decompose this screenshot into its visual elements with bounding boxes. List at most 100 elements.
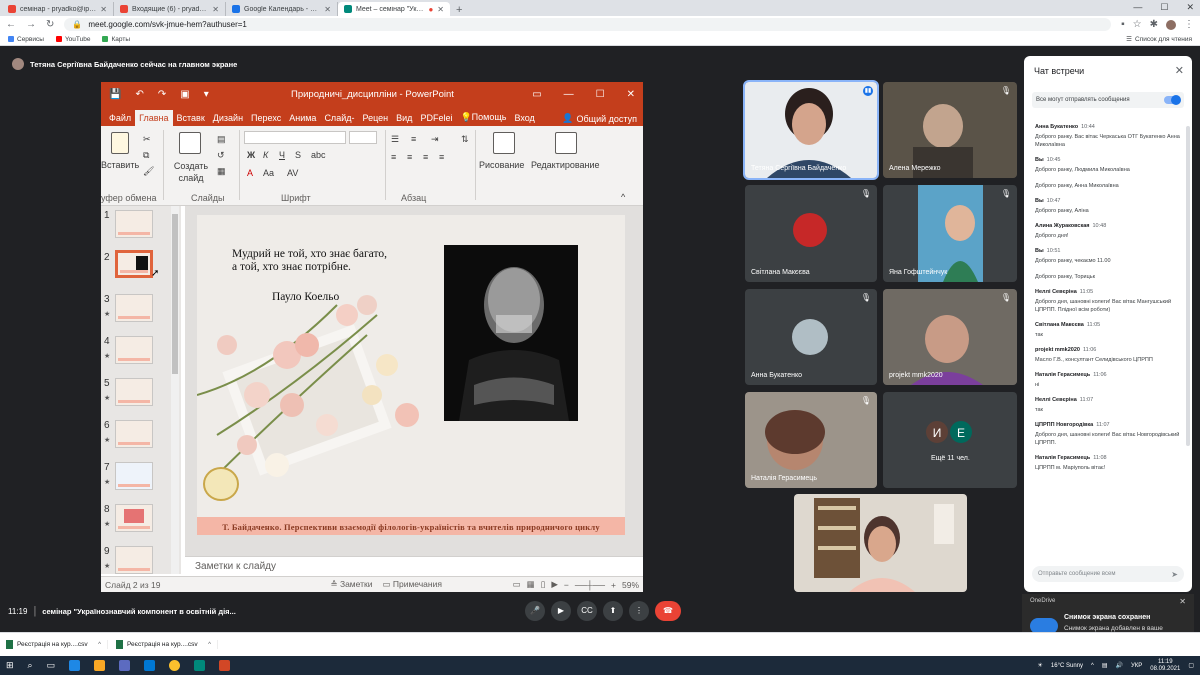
menu-icon[interactable]: ⋮	[1184, 19, 1194, 30]
share-button[interactable]: 👤 Общий доступ	[562, 113, 637, 124]
align-right-icon[interactable]: ≡	[423, 152, 428, 162]
taskbar-clock[interactable]: 11:19 08.09.2021	[1150, 659, 1180, 673]
format-painter-icon[interactable]: 🖌	[143, 166, 154, 177]
camera-icon[interactable]: ▪	[1121, 19, 1125, 30]
task-view-icon[interactable]: ▭	[47, 660, 56, 671]
normal-view-icon[interactable]: ▭	[513, 579, 521, 590]
more-participants-tile[interactable]: И Е Ещё 11 чел.	[883, 392, 1017, 488]
mic-button[interactable]: 🎤	[525, 601, 545, 621]
back-icon[interactable]: ←	[6, 19, 16, 30]
zoom-in-icon[interactable]: +	[611, 580, 616, 590]
layout-icon[interactable]: ▤	[217, 134, 226, 145]
chat-scrollbar[interactable]	[1186, 126, 1190, 446]
participant-tile-2[interactable]: 🎙 Алена Мережко	[883, 82, 1017, 178]
new-slide-icon[interactable]	[179, 132, 201, 154]
ribbon-display-icon[interactable]: ▭	[532, 89, 541, 100]
slide-thumb-6[interactable]	[115, 420, 153, 448]
editing-button[interactable]: Редактирование	[531, 160, 600, 170]
slide-notes[interactable]: Заметки к слайду	[185, 556, 643, 576]
font-name-combo[interactable]	[244, 131, 346, 144]
align-left-icon[interactable]: ≡	[391, 152, 396, 162]
edge-icon[interactable]	[69, 660, 81, 671]
slide-thumb-9[interactable]	[115, 546, 153, 574]
numbering-icon[interactable]: ≡	[411, 134, 416, 144]
bullets-icon[interactable]: ☰	[391, 134, 399, 145]
reset-icon[interactable]: ↺	[217, 150, 225, 161]
close-chat-icon[interactable]: ✕	[1175, 64, 1184, 77]
close-icon[interactable]: ✕	[324, 5, 331, 14]
send-icon[interactable]: ➤	[1171, 570, 1178, 579]
chat-input[interactable]: Отправьте сообщение всем ➤	[1032, 566, 1184, 582]
close-icon[interactable]: ✕	[437, 5, 444, 14]
notes-button[interactable]: ≙ Заметки	[330, 579, 372, 590]
justify-icon[interactable]: ≡	[439, 152, 444, 162]
tray-expand-icon[interactable]: ^	[1091, 663, 1094, 669]
close-window-icon[interactable]: ✕	[1186, 2, 1194, 13]
minimize-icon[interactable]: —	[564, 89, 574, 100]
chevron-up-icon[interactable]: ^	[208, 642, 211, 648]
close-icon[interactable]: ✕	[100, 5, 107, 14]
windows-start-icon[interactable]: ⊞	[6, 660, 14, 671]
zoom-slider[interactable]: ──┼──	[575, 580, 605, 590]
search-icon[interactable]: ⌕	[28, 660, 33, 671]
close-icon[interactable]: ✕	[212, 5, 219, 14]
network-icon[interactable]: ▤	[1102, 662, 1108, 669]
tab-help[interactable]: 💡Помощь	[456, 109, 510, 126]
bookmark-services[interactable]: Сервисы	[8, 36, 44, 43]
participant-tile-4[interactable]: 🎙 Яна Гофштейнчук	[883, 185, 1017, 282]
tab-signin[interactable]: Вход	[510, 110, 538, 126]
save-icon[interactable]: 💾	[109, 89, 121, 100]
participant-tile-5[interactable]: 🎙 Анна Букатенко	[745, 289, 877, 385]
profile-avatar[interactable]	[1166, 19, 1176, 30]
font-size-combo[interactable]	[349, 131, 377, 144]
browser-tab-1[interactable]: Входящие (6) - pryadkoIf77@gm ✕	[114, 2, 226, 16]
forward-icon[interactable]: →	[26, 19, 36, 30]
captions-button[interactable]: CC	[577, 601, 597, 621]
sorter-view-icon[interactable]: ▦	[527, 579, 535, 590]
participant-tile-6[interactable]: 🎙 projekt mmk2020	[883, 289, 1017, 385]
language-indicator[interactable]: УКР	[1131, 663, 1142, 669]
powerpoint-icon[interactable]	[219, 660, 231, 671]
customize-icon[interactable]: ▾	[204, 89, 209, 100]
present-screen-button[interactable]: ⬆	[603, 601, 623, 621]
new-tab-button[interactable]: +	[450, 4, 468, 16]
end-call-button[interactable]: ☎	[655, 601, 681, 621]
section-icon[interactable]: ▦	[217, 166, 226, 177]
tab-view[interactable]: Вид	[392, 110, 416, 126]
file-explorer-icon[interactable]	[94, 660, 106, 671]
chevron-up-icon[interactable]: ^	[98, 642, 101, 648]
close-notification-icon[interactable]: ✕	[1179, 597, 1186, 606]
download-item[interactable]: Реєстрація на кур....csv ^	[116, 640, 218, 649]
tab-design[interactable]: Дизайн	[209, 110, 247, 126]
slide-thumb-2[interactable]	[115, 250, 153, 278]
star-icon[interactable]: ☆	[1133, 19, 1142, 30]
browser-tab-3[interactable]: Meet – семінар "Українознав●✕	[338, 2, 450, 16]
font-color-icon[interactable]: A	[247, 168, 253, 178]
drawing-icon[interactable]	[493, 132, 515, 154]
self-view-tile[interactable]	[794, 494, 967, 592]
mail-icon[interactable]	[144, 660, 156, 671]
slide-thumb-4[interactable]	[115, 336, 153, 364]
underline-icon[interactable]: Ч	[279, 150, 285, 160]
tab-transitions[interactable]: Перехс	[247, 110, 285, 126]
tab-animations[interactable]: Анима	[285, 110, 320, 126]
tab-review[interactable]: Рецен	[358, 110, 392, 126]
maximize-icon[interactable]: ☐	[596, 89, 605, 100]
reading-list[interactable]: ☰ Список для чтения	[1126, 35, 1192, 44]
zoom-out-icon[interactable]: −	[564, 580, 569, 590]
tab-insert[interactable]: Вставк	[173, 110, 209, 126]
slide-thumb-8[interactable]	[115, 504, 153, 532]
paste-icon[interactable]	[111, 132, 129, 154]
maximize-icon[interactable]: ☐	[1160, 2, 1168, 13]
browser-tab-2[interactable]: Google Календарь - среда, 8 се✕	[226, 2, 338, 16]
bookmark-maps[interactable]: Карты	[102, 36, 130, 43]
char-spacing-icon[interactable]: AV	[287, 168, 298, 178]
tab-slideshow[interactable]: Слайд-	[320, 110, 358, 126]
tab-home[interactable]: Главна	[135, 110, 173, 126]
slide-thumb-3[interactable]	[115, 294, 153, 322]
align-center-icon[interactable]: ≡	[407, 152, 412, 162]
browser-tab-0[interactable]: семінар - pryadko@ippo.dn.ua ✕	[2, 2, 114, 16]
tab-file[interactable]: Файл	[105, 110, 135, 126]
redo-icon[interactable]: ↷	[158, 89, 166, 100]
bookmark-youtube[interactable]: YouTube	[55, 36, 90, 43]
